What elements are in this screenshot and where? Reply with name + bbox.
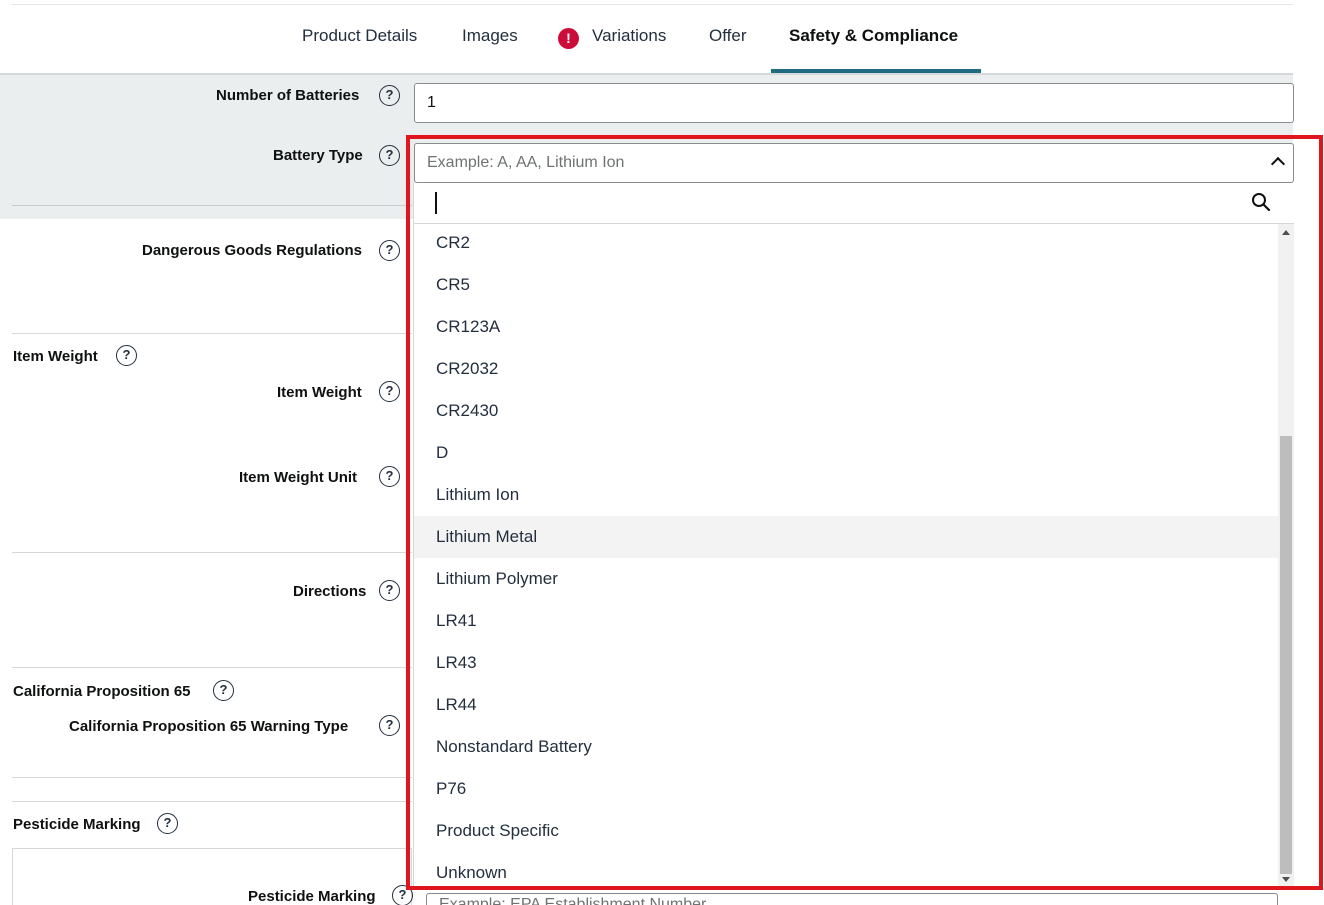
tab-bar: Product Details Images ! Variations Offe… [0,0,1293,74]
dropdown-option[interactable]: D [414,432,1278,474]
dropdown-option[interactable]: P76 [414,768,1278,810]
battery-type-select[interactable]: Example: A, AA, Lithium Ion [414,143,1294,183]
question-circle-icon[interactable]: ? [379,381,400,402]
section-divider [12,333,412,334]
question-circle-icon[interactable]: ? [157,813,178,834]
dropdown-option[interactable]: Nonstandard Battery [414,726,1278,768]
dropdown-option-list: CR2 CR5 CR123A CR2032 CR2430 D Lithium Ion Lith… [414,224,1278,888]
scroll-up-arrow-icon[interactable] [1282,230,1290,235]
dangerous-goods-label: Dangerous Goods Regulations [142,242,363,259]
item-weight-section-label: Item Weight [13,348,98,365]
section-divider [12,667,412,668]
question-circle-icon[interactable]: ? [379,85,400,106]
dropdown-option[interactable]: Product Specific [414,810,1278,852]
question-circle-icon[interactable]: ? [116,345,137,366]
question-circle-icon[interactable]: ? [379,240,400,261]
item-weight-unit-label: Item Weight Unit [239,469,358,486]
prop65-warning-label: California Proposition 65 Warning Type [69,718,349,735]
pesticide-marking-select[interactable]: Example: EPA Establishment Number [426,893,1278,905]
tab-images[interactable]: Images [462,26,518,46]
pesticide-marking-label: Pesticide Marking [248,888,376,905]
item-weight-label: Item Weight [277,384,362,401]
battery-type-dropdown: CR2 CR5 CR123A CR2032 CR2430 D Lithium Ion Lith… [413,183,1294,888]
dropdown-option[interactable]: Lithium Ion [414,474,1278,516]
tab-offer[interactable]: Offer [709,26,746,46]
dropdown-search-input[interactable] [414,183,1294,224]
question-circle-icon[interactable]: ? [379,715,400,736]
section-divider [12,777,412,778]
dropdown-option[interactable]: CR2 [414,224,1278,264]
question-circle-icon[interactable]: ? [379,145,400,166]
question-circle-icon[interactable]: ? [379,466,400,487]
pesticide-section-label: Pesticide Marking [13,816,141,833]
number-of-batteries-value: 1 [427,94,436,111]
battery-type-label: Battery Type [273,147,363,164]
dropdown-option[interactable]: Unknown [414,852,1278,888]
dropdown-option[interactable]: CR123A [414,306,1278,348]
section-divider [12,801,412,802]
dropdown-scrollbar[interactable] [1278,224,1294,888]
dropdown-option[interactable]: CR2430 [414,390,1278,432]
section-divider [12,205,412,206]
dropdown-option[interactable]: CR5 [414,264,1278,306]
dropdown-option[interactable]: LR41 [414,600,1278,642]
number-of-batteries-label: Number of Batteries [216,87,360,104]
text-cursor [435,192,437,214]
directions-label: Directions [293,583,367,600]
tab-variations[interactable]: Variations [592,26,666,46]
scrollbar-thumb[interactable] [1280,436,1292,874]
pesticide-marking-placeholder: Example: EPA Establishment Number [439,896,707,905]
dropdown-option[interactable]: CR2032 [414,348,1278,390]
dropdown-option[interactable]: Lithium Metal [414,516,1278,558]
number-of-batteries-input[interactable]: 1 [414,83,1294,123]
prop65-section-label: California Proposition 65 [13,683,191,700]
tab-safety-compliance[interactable]: Safety & Compliance [789,26,958,46]
question-circle-icon[interactable]: ? [392,885,413,905]
scroll-down-arrow-icon[interactable] [1282,877,1290,882]
question-circle-icon[interactable]: ? [379,580,400,601]
tab-product-details[interactable]: Product Details [302,26,417,46]
battery-type-placeholder: Example: A, AA, Lithium Ion [427,154,625,171]
dropdown-option[interactable]: LR43 [414,642,1278,684]
dropdown-option[interactable]: Lithium Polymer [414,558,1278,600]
section-divider [12,552,412,553]
error-icon: ! [558,28,579,49]
question-circle-icon[interactable]: ? [213,680,234,701]
search-icon[interactable] [1250,191,1272,213]
chevron-up-icon[interactable] [1270,156,1286,172]
dropdown-option[interactable]: LR44 [414,684,1278,726]
